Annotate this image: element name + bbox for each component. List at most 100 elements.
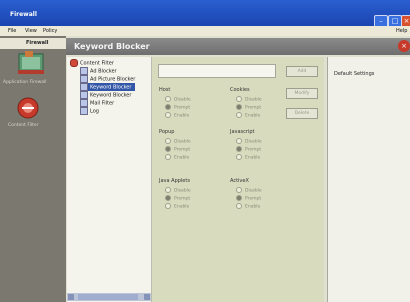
radio-circle: [236, 154, 242, 160]
radio-popup-prompt[interactable]: Prompt: [165, 146, 190, 153]
tree-item-label: Mail Filter: [90, 100, 115, 107]
radio-label: Enable: [174, 155, 190, 161]
radio-circle: [165, 187, 171, 193]
radio-label: Prompt: [174, 147, 191, 153]
radio-label: Disable: [245, 139, 262, 145]
radio-activex-enable[interactable]: Enable: [236, 203, 260, 210]
default-settings-pane: [327, 57, 410, 302]
group-title-javascript: Javascript: [230, 129, 255, 135]
menu-policy[interactable]: Policy: [43, 28, 57, 34]
tree-item-keyword-blocker[interactable]: Keyword Blocker: [80, 91, 131, 99]
node-icon: [80, 83, 88, 91]
node-icon: [80, 75, 88, 83]
nav-header-label: Firewall: [26, 40, 49, 46]
modify-button[interactable]: Modify: [286, 88, 318, 99]
radio-javascript-prompt[interactable]: Prompt: [236, 146, 261, 153]
content-filter-icon[interactable]: [16, 96, 40, 120]
node-icon: [80, 99, 88, 107]
nav-item-content-filter[interactable]: Content Filter: [8, 123, 38, 128]
radio-host-prompt[interactable]: Prompt: [165, 104, 190, 111]
radio-label: Enable: [174, 204, 190, 210]
radio-circle: [236, 112, 242, 118]
scroll-left-arrow[interactable]: [68, 294, 74, 300]
tree-item-label: Ad Picture Blocker: [90, 76, 136, 83]
delete-button[interactable]: Delete: [286, 108, 318, 119]
radio-cookies-prompt[interactable]: Prompt: [236, 104, 261, 111]
radio-cookies-enable[interactable]: Enable: [236, 112, 260, 119]
tree-item-label: Ad Blocker: [90, 68, 117, 75]
radio-circle: [165, 112, 171, 118]
radio-label: Enable: [245, 155, 261, 161]
radio-circle: [165, 195, 171, 201]
radio-circle: [236, 104, 242, 110]
radio-label: Disable: [174, 97, 191, 103]
scroll-thumb[interactable]: [78, 294, 138, 300]
radio-label: Enable: [174, 113, 190, 119]
radio-host-disable[interactable]: Disable: [165, 96, 191, 103]
radio-activex-prompt[interactable]: Prompt: [236, 195, 261, 202]
tree-item-label: Keyword Blocker: [90, 92, 132, 99]
radio-circle: [165, 154, 171, 160]
radio-circle: [165, 96, 171, 102]
menu-file[interactable]: File: [8, 28, 16, 34]
radio-cookies-disable[interactable]: Disable: [236, 96, 262, 103]
tree-item-label: Keyword Blocker: [90, 84, 132, 91]
radio-host-enable[interactable]: Enable: [165, 112, 189, 119]
tree-root-label: Content Filter: [80, 60, 114, 67]
tree-item-log[interactable]: Log: [80, 107, 99, 115]
group-title-java-applets: Java Applets: [159, 178, 190, 184]
node-icon: [80, 91, 88, 99]
tree-root[interactable]: Content Filter: [70, 59, 114, 67]
radio-label: Disable: [245, 188, 262, 194]
tree-item-ad-blocker[interactable]: Ad Blocker: [80, 67, 117, 75]
radio-label: Prompt: [174, 105, 191, 111]
group-title-cookies: Cookies: [230, 87, 250, 93]
default-settings-label: Default Settings: [334, 71, 375, 77]
radio-java-disable[interactable]: Disable: [165, 187, 191, 194]
tree-item-label: Log: [90, 108, 99, 115]
radio-javascript-enable[interactable]: Enable: [236, 154, 260, 161]
radio-circle: [236, 195, 242, 201]
radio-label: Disable: [174, 188, 191, 194]
node-icon: [80, 107, 88, 115]
group-title-host: Host: [159, 87, 171, 93]
radio-java-enable[interactable]: Enable: [165, 203, 189, 210]
radio-popup-enable[interactable]: Enable: [165, 154, 189, 161]
group-title-activex: ActiveX: [230, 178, 249, 184]
radio-javascript-disable[interactable]: Disable: [236, 138, 262, 145]
radio-circle: [236, 146, 242, 152]
radio-popup-disable[interactable]: Disable: [165, 138, 191, 145]
radio-circle: [236, 96, 242, 102]
menubar: [0, 26, 410, 36]
radio-circle: [165, 104, 171, 110]
radio-circle: [165, 203, 171, 209]
firewall-icon[interactable]: [16, 50, 46, 76]
menu-help[interactable]: Help: [396, 28, 407, 34]
tree-item-mail-filter[interactable]: Mail Filter: [80, 99, 114, 107]
radio-label: Prompt: [245, 105, 262, 111]
scroll-right-arrow[interactable]: [144, 294, 150, 300]
nav-item-application-firewall[interactable]: Application Firewall: [3, 80, 47, 85]
radio-label: Enable: [245, 204, 261, 210]
content-filter-node-icon: [70, 59, 78, 67]
radio-activex-disable[interactable]: Disable: [236, 187, 262, 194]
add-button[interactable]: Add: [286, 66, 318, 77]
keyword-input[interactable]: [158, 64, 276, 78]
window-title: Firewall: [10, 11, 37, 18]
radio-label: Disable: [245, 97, 262, 103]
radio-circle: [236, 203, 242, 209]
group-title-popup: Popup: [159, 129, 175, 135]
radio-circle: [165, 138, 171, 144]
radio-label: Disable: [174, 139, 191, 145]
tree-item-ad-picture-blocker[interactable]: Ad Picture Blocker: [80, 75, 135, 83]
radio-label: Prompt: [245, 147, 262, 153]
window-titlebar: [0, 0, 410, 26]
radio-circle: [165, 146, 171, 152]
radio-label: Enable: [245, 113, 261, 119]
panel-close-button[interactable]: ×: [398, 40, 410, 52]
tree-item-keyword-blocker-selected[interactable]: Keyword Blocker: [80, 83, 136, 91]
panel-title: Keyword Blocker: [74, 42, 150, 51]
radio-java-prompt[interactable]: Prompt: [165, 195, 190, 202]
radio-label: Prompt: [245, 196, 262, 202]
menu-view[interactable]: View: [25, 28, 37, 34]
